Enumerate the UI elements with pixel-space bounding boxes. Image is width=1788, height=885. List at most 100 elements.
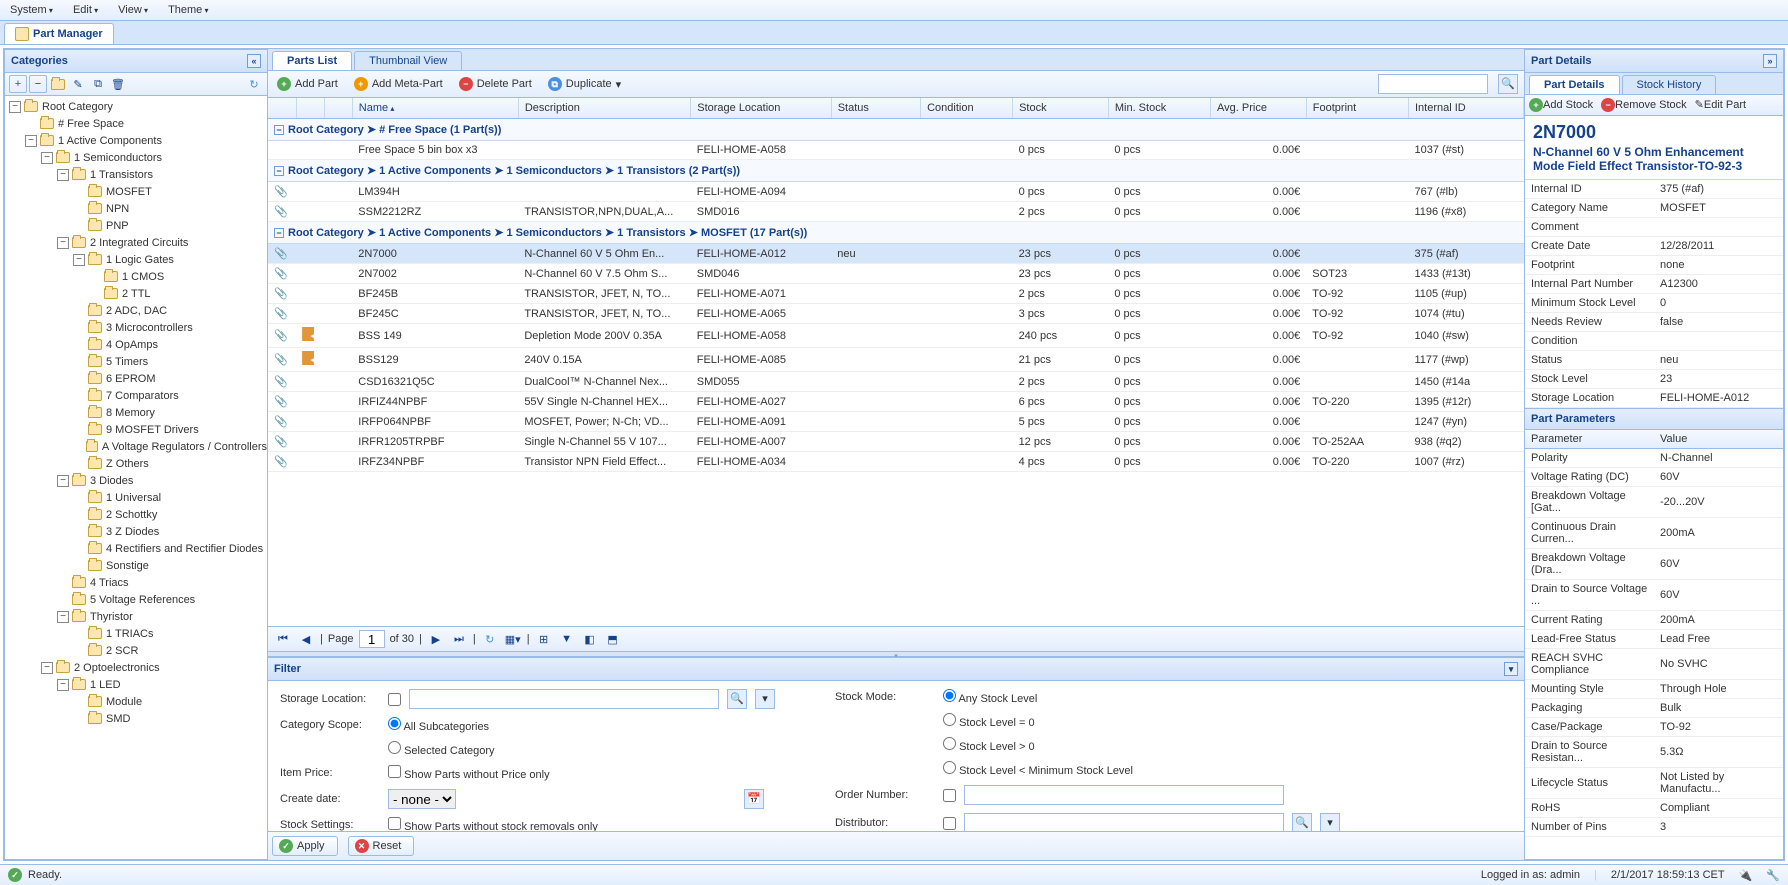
tree-toggle-icon[interactable]: −	[73, 254, 85, 266]
tree-node[interactable]: 8 Memory	[5, 404, 267, 421]
tab-thumbnail-view[interactable]: Thumbnail View	[354, 51, 462, 70]
remove-category-button[interactable]: −	[29, 75, 47, 93]
distributor-dropdown-button[interactable]: ▾	[1320, 813, 1340, 831]
stock-any-radio[interactable]	[943, 689, 956, 702]
collapse-filter-icon[interactable]: ▾	[1504, 662, 1518, 676]
storage-location-input[interactable]	[409, 689, 719, 709]
storage-location-checkbox[interactable]	[388, 693, 401, 706]
stock-ltmin-radio[interactable]	[943, 761, 956, 774]
storage-picker-button[interactable]: 🔍	[727, 689, 747, 709]
tree-node[interactable]: 5 Voltage References	[5, 591, 267, 608]
group-header[interactable]: −Root Category ➤ # Free Space (1 Part(s)…	[268, 119, 1524, 141]
first-page-button[interactable]: ⏮	[274, 630, 292, 648]
disconnect-icon[interactable]: 🔌	[1739, 869, 1753, 882]
copy-category-button[interactable]: ⧉	[89, 75, 107, 93]
tree-toggle-icon[interactable]: −	[9, 101, 21, 113]
edit-part-button[interactable]: ✎Edit Part	[1695, 98, 1746, 112]
stock-removals-checkbox[interactable]	[388, 817, 401, 830]
tab-parts-list[interactable]: Parts List	[272, 51, 352, 70]
tree-toggle-icon[interactable]: −	[57, 611, 69, 623]
menu-edit[interactable]: Edit	[69, 2, 102, 18]
stock-eq0-radio[interactable]	[943, 713, 956, 726]
tree-node[interactable]: MOSFET	[5, 183, 267, 200]
settings-icon[interactable]: 🔧	[1766, 869, 1780, 882]
tree-node[interactable]: PNP	[5, 217, 267, 234]
tree-node[interactable]: Z Others	[5, 455, 267, 472]
column-header[interactable]: Stock	[1013, 98, 1109, 119]
column-header[interactable]: Avg. Price	[1211, 98, 1307, 119]
distributor-checkbox[interactable]	[943, 817, 956, 830]
tool-button-4[interactable]: ⬒	[604, 630, 622, 648]
group-toggle-icon[interactable]: −	[274, 125, 284, 135]
tool-button-3[interactable]: ◧	[581, 630, 599, 648]
export-button[interactable]: ▦▾	[504, 630, 522, 648]
reset-button[interactable]: ✕Reset	[348, 836, 415, 856]
tree-node[interactable]: 2 TTL	[5, 285, 267, 302]
tool-button-1[interactable]: ⊞	[535, 630, 553, 648]
group-toggle-icon[interactable]: −	[274, 166, 284, 176]
group-toggle-icon[interactable]: −	[274, 228, 284, 238]
delete-part-button[interactable]: −Delete Part	[456, 76, 535, 92]
table-row[interactable]: 📎IRFZ34NPBFTransistor NPN Field Effect..…	[268, 452, 1524, 472]
scope-all-radio[interactable]	[388, 717, 401, 730]
tree-node[interactable]: −1 Transistors	[5, 166, 267, 183]
column-header[interactable]: Internal ID	[1408, 98, 1523, 119]
tab-stock-history[interactable]: Stock History	[1622, 75, 1717, 94]
tree-node[interactable]: −Thyristor	[5, 608, 267, 625]
tree-node[interactable]: 2 ADC, DAC	[5, 302, 267, 319]
refresh-categories-button[interactable]: ↻	[245, 75, 263, 93]
column-header[interactable]	[296, 98, 324, 119]
tree-node[interactable]: 9 MOSFET Drivers	[5, 421, 267, 438]
table-row[interactable]: 📎IRFIZ44NPBF55V Single N-Channel HEX...F…	[268, 392, 1524, 412]
tool-button-2[interactable]: ▼	[558, 630, 576, 648]
table-row[interactable]: 📎BF245BTRANSISTOR, JFET, N, TO...FELI-HO…	[268, 284, 1524, 304]
collapse-right-icon[interactable]: »	[1763, 54, 1777, 68]
tree-node[interactable]: # Free Space	[5, 115, 267, 132]
tree-toggle-icon[interactable]: −	[25, 135, 37, 147]
tree-node[interactable]: −Root Category	[5, 98, 267, 115]
table-row[interactable]: 📎SSM2212RZTRANSISTOR,NPN,DUAL,A...SMD016…	[268, 202, 1524, 222]
collapse-left-icon[interactable]: «	[247, 54, 261, 68]
last-page-button[interactable]: ⏭	[450, 630, 468, 648]
column-header[interactable]	[268, 98, 296, 119]
tree-node[interactable]: 6 EPROM	[5, 370, 267, 387]
add-category-button[interactable]: +	[9, 75, 27, 93]
next-page-button[interactable]: ▶	[427, 630, 445, 648]
table-row[interactable]: 📎CSD16321Q5CDualCool™ N-Channel Nex...SM…	[268, 372, 1524, 392]
remove-stock-button[interactable]: −Remove Stock	[1601, 98, 1687, 112]
tab-part-details[interactable]: Part Details	[1529, 75, 1620, 94]
stock-gt0-radio[interactable]	[943, 737, 956, 750]
parts-grid[interactable]: NameDescriptionStorage LocationStatusCon…	[268, 98, 1524, 626]
tree-node[interactable]: −1 Active Components	[5, 132, 267, 149]
search-button[interactable]: 🔍	[1498, 74, 1518, 94]
table-row[interactable]: 📎BSS129240V 0.15AFELI-HOME-A08521 pcs0 p…	[268, 348, 1524, 372]
column-header[interactable]: Min. Stock	[1108, 98, 1210, 119]
tree-node[interactable]: 7 Comparators	[5, 387, 267, 404]
table-row[interactable]: 📎2N7002N-Channel 60 V 7.5 Ohm S...SMD046…	[268, 264, 1524, 284]
tab-part-manager[interactable]: Part Manager	[4, 23, 114, 44]
scope-selected-radio[interactable]	[388, 741, 401, 754]
tree-toggle-icon[interactable]: −	[57, 237, 69, 249]
tree-node[interactable]: −1 Semiconductors	[5, 149, 267, 166]
folder-button[interactable]	[49, 75, 67, 93]
add-stock-button[interactable]: +Add Stock	[1529, 98, 1593, 112]
column-header[interactable]: Status	[831, 98, 920, 119]
search-input[interactable]	[1378, 74, 1488, 94]
tree-node[interactable]: Sonstige	[5, 557, 267, 574]
tree-node[interactable]: 1 CMOS	[5, 268, 267, 285]
edit-category-button[interactable]: ✎	[69, 75, 87, 93]
group-header[interactable]: −Root Category ➤ 1 Active Components ➤ 1…	[268, 160, 1524, 182]
tree-node[interactable]: 4 Rectifiers and Rectifier Diodes	[5, 540, 267, 557]
tree-node[interactable]: −1 LED	[5, 676, 267, 693]
table-row[interactable]: 📎BSS 149Depletion Mode 200V 0.35AFELI-HO…	[268, 324, 1524, 348]
storage-dropdown-button[interactable]: ▾	[755, 689, 775, 709]
tree-node[interactable]: 4 Triacs	[5, 574, 267, 591]
tree-node[interactable]: 3 Z Diodes	[5, 523, 267, 540]
table-row[interactable]: 📎BF245CTRANSISTOR, JFET, N, TO...FELI-HO…	[268, 304, 1524, 324]
tree-node[interactable]: −1 Logic Gates	[5, 251, 267, 268]
table-row[interactable]: 📎IRFP064NPBFMOSFET, Power; N-Ch; VD...FE…	[268, 412, 1524, 432]
menu-view[interactable]: View	[114, 2, 152, 18]
tree-node[interactable]: −2 Integrated Circuits	[5, 234, 267, 251]
tree-node[interactable]: −3 Diodes	[5, 472, 267, 489]
tree-node[interactable]: SMD	[5, 710, 267, 727]
